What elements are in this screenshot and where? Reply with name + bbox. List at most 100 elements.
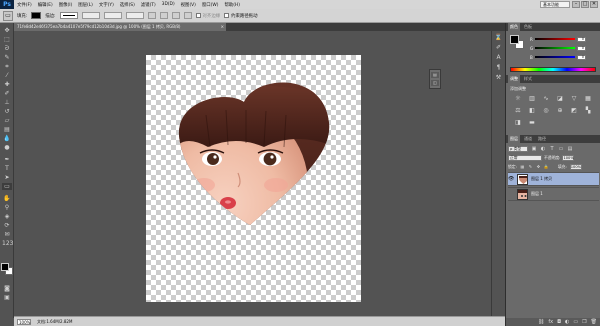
- channel-mixer-icon[interactable]: ⊕: [556, 107, 564, 115]
- visibility-eye-icon[interactable]: [508, 191, 514, 197]
- shape-filter-icon[interactable]: ▭: [558, 146, 564, 152]
- lock-transparent-icon[interactable]: ▦: [520, 164, 525, 169]
- visibility-eye-icon[interactable]: 👁: [508, 176, 514, 182]
- layer-style-icon[interactable]: fx: [548, 319, 553, 326]
- dodge-tool-icon[interactable]: ●: [2, 144, 12, 151]
- stroke-width-field[interactable]: [81, 12, 100, 19]
- lasso-tool-icon[interactable]: ᘐ: [2, 45, 12, 52]
- align-edges-checkbox[interactable]: 对齐边缘: [195, 13, 220, 19]
- properties-panel-icon[interactable]: ◫: [431, 80, 439, 86]
- hand-tool-icon[interactable]: ✋: [2, 195, 12, 202]
- screen-mode-icon[interactable]: ▣: [2, 294, 12, 301]
- rotate-view-tool-icon[interactable]: ⟳: [2, 222, 12, 229]
- green-slider[interactable]: [535, 47, 575, 49]
- menu-file[interactable]: 文件(F): [14, 2, 35, 8]
- brightness-contrast-icon[interactable]: ☼: [514, 95, 522, 103]
- crop-tool-icon[interactable]: ⌗: [2, 63, 12, 70]
- tab-channels[interactable]: 通道: [522, 135, 534, 143]
- pixel-filter-icon[interactable]: ▣: [531, 146, 537, 152]
- photo-filter-icon[interactable]: ◎: [542, 107, 550, 115]
- new-group-icon[interactable]: ▭: [573, 319, 578, 326]
- shape-tool-icon[interactable]: ▭: [2, 183, 12, 190]
- delete-layer-icon[interactable]: 🗑: [591, 319, 597, 326]
- tab-layers[interactable]: 图层: [508, 135, 520, 143]
- maximize-button[interactable]: □: [581, 1, 589, 8]
- type-tool-icon[interactable]: T: [2, 165, 12, 172]
- menu-layer[interactable]: 图层(L): [75, 2, 96, 8]
- foreground-color-swatch[interactable]: [1, 263, 9, 271]
- blur-tool-icon[interactable]: 💧: [2, 135, 12, 142]
- fill-field[interactable]: 100%: [569, 163, 582, 170]
- exposure-icon[interactable]: ◪: [556, 95, 564, 103]
- menu-window[interactable]: 窗口(W): [199, 2, 222, 8]
- color-panel-swatches[interactable]: [510, 35, 524, 49]
- height-field[interactable]: [125, 12, 144, 19]
- color-spectrum-bar[interactable]: [510, 67, 596, 72]
- brush-tool-icon[interactable]: ✐: [2, 90, 12, 97]
- paragraph-icon[interactable]: ¶: [494, 64, 503, 71]
- close-button[interactable]: ✕: [590, 1, 598, 8]
- type-filter-icon[interactable]: T: [549, 146, 555, 152]
- menu-filter[interactable]: 滤镜(T): [138, 2, 159, 8]
- menu-edit[interactable]: 编辑(E): [35, 2, 56, 8]
- new-layer-icon[interactable]: ❐: [582, 319, 586, 326]
- menu-select[interactable]: 选择(S): [117, 2, 138, 8]
- gradient-map-icon[interactable]: ▬: [528, 119, 536, 127]
- minimize-button[interactable]: –: [572, 1, 580, 8]
- fill-swatch[interactable]: [31, 12, 42, 19]
- align-edges-box[interactable]: [195, 13, 201, 18]
- marquee-tool-icon[interactable]: ⬚: [2, 36, 12, 43]
- invert-icon[interactable]: ◩: [570, 107, 578, 115]
- clone-stamp-tool-icon[interactable]: ⊥: [2, 99, 12, 106]
- link-layers-icon[interactable]: ⛓: [538, 319, 544, 326]
- tab-styles[interactable]: 样式: [522, 75, 534, 83]
- layer-name[interactable]: 图层 1: [531, 191, 543, 197]
- close-tab-icon[interactable]: ×: [221, 23, 224, 31]
- black-white-icon[interactable]: ◧: [528, 107, 536, 115]
- tab-paths[interactable]: 路径: [536, 135, 548, 143]
- new-adjustment-icon[interactable]: ◐: [565, 319, 569, 326]
- character-icon[interactable]: A: [494, 54, 503, 61]
- document-tab[interactable]: 71fe8d42e46f375ea7b4a4107e5f79cd12b10d3d…: [14, 23, 226, 31]
- tool-presets-icon[interactable]: ⚒: [494, 74, 503, 81]
- eyedropper-tool-icon[interactable]: ⁄: [2, 72, 12, 79]
- red-slider[interactable]: [535, 38, 575, 40]
- blue-slider[interactable]: [535, 56, 575, 58]
- blend-mode-select[interactable]: 正常: [508, 154, 542, 161]
- menu-help[interactable]: 帮助(H): [221, 2, 243, 8]
- spot-healing-tool-icon[interactable]: ✚: [2, 81, 12, 88]
- layer-row[interactable]: 👁 图层 1 拷贝: [508, 172, 599, 186]
- eraser-tool-icon[interactable]: ▱: [2, 117, 12, 124]
- lock-image-icon[interactable]: ✎: [528, 164, 533, 169]
- constrain-path-box[interactable]: [224, 13, 230, 18]
- path-alignment-button[interactable]: [159, 12, 168, 19]
- red-value-field[interactable]: 0: [577, 36, 586, 42]
- history-brush-tool-icon[interactable]: ↺: [2, 108, 12, 115]
- stroke-type-picker[interactable]: [59, 12, 78, 19]
- document-canvas[interactable]: [146, 55, 361, 302]
- tab-adjustments[interactable]: 调整: [508, 75, 520, 83]
- shape-tool-preset-icon[interactable]: ▭: [3, 10, 13, 21]
- menu-type[interactable]: 文字(Y): [96, 2, 117, 8]
- brush-presets-icon[interactable]: ✐: [494, 44, 503, 51]
- color-panel-foreground-swatch[interactable]: [510, 35, 519, 44]
- pen-tool-icon[interactable]: ✒: [2, 156, 12, 163]
- document-size-info[interactable]: 文档:1.64M/2.82M: [37, 319, 72, 325]
- posterize-icon[interactable]: ▚: [584, 107, 592, 115]
- tab-swatches[interactable]: 色板: [522, 23, 534, 31]
- adjustment-filter-icon[interactable]: ◐: [540, 146, 546, 152]
- constrain-path-checkbox[interactable]: 约束路径拖动: [224, 13, 257, 19]
- count-tool-icon[interactable]: 123: [2, 240, 13, 247]
- hue-saturation-icon[interactable]: ▦: [584, 95, 592, 103]
- quick-select-tool-icon[interactable]: ✎: [2, 54, 12, 61]
- path-arrangement-button[interactable]: [171, 12, 180, 19]
- add-mask-icon[interactable]: ◘: [557, 319, 561, 326]
- levels-icon[interactable]: ▥: [528, 95, 536, 103]
- menu-image[interactable]: 图像(I): [56, 2, 76, 8]
- lock-all-icon[interactable]: 🔒: [544, 164, 549, 169]
- layer-row[interactable]: 图层 1: [508, 187, 599, 201]
- blue-value-field[interactable]: 0: [577, 54, 586, 60]
- path-select-tool-icon[interactable]: ➤: [2, 174, 12, 181]
- geometry-settings-button[interactable]: [183, 12, 192, 19]
- color-balance-icon[interactable]: ⚖: [514, 107, 522, 115]
